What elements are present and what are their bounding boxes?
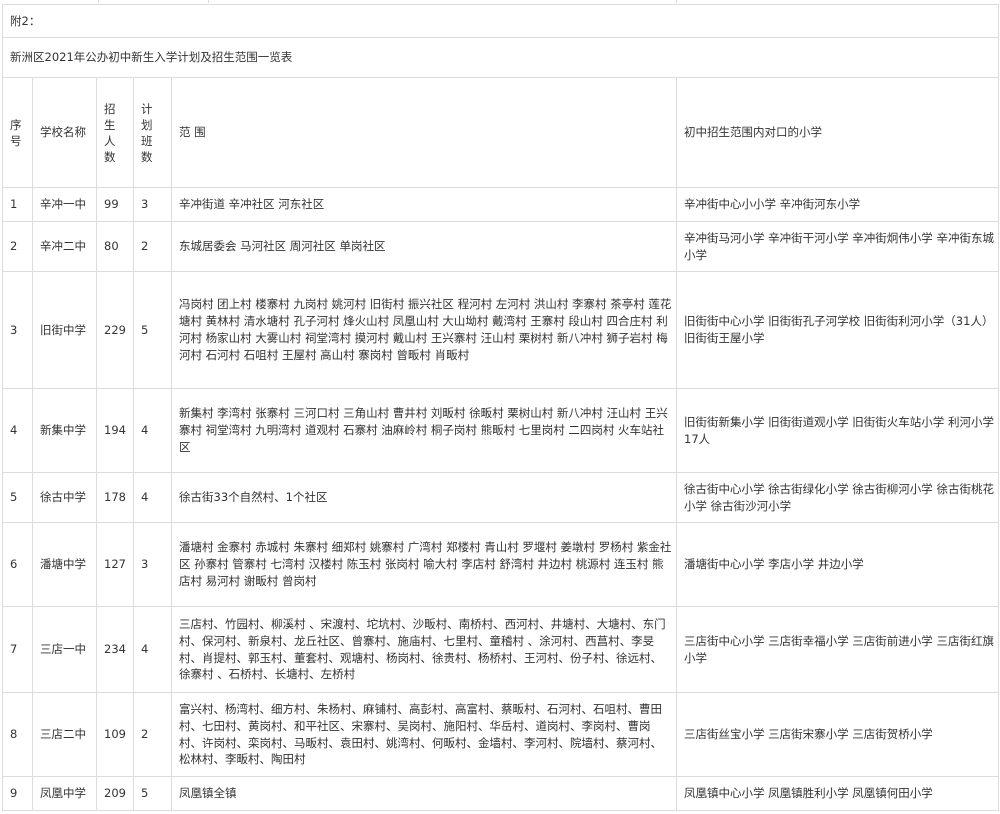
table-row: 1 辛冲一中 99 3 辛冲街道 辛冲社区 河东社区 辛冲街中心小小学 辛冲街河… [2, 187, 1000, 222]
enrollment-table: 附2： 新洲区2021年公办初中新生入学计划及招生范围一览表 序号 学校名称 招… [1, 4, 1000, 811]
table-row: 7 三店一中 234 4 三店村、竹园村、柳溪村 、宋渡村、坨坑村、沙畈村、南桥… [2, 606, 1000, 693]
enroll-cell: 209 [96, 776, 134, 811]
classes-cell: 3 [133, 522, 172, 607]
school-cell: 三店一中 [32, 606, 97, 693]
header-primary: 初中招生范围内对口的小学 [675, 77, 1000, 188]
seq-cell: 6 [2, 522, 33, 607]
enroll-cell: 234 [96, 606, 134, 693]
school-cell: 徐古中学 [32, 472, 97, 523]
school-cell: 潘塘中学 [32, 522, 97, 607]
attachment-label: 附2： [1, 4, 1000, 38]
header-school: 学校名称 [32, 77, 97, 188]
seq-cell: 4 [2, 388, 33, 473]
header-range: 范 围 [171, 77, 677, 188]
school-cell: 三店二中 [32, 692, 97, 777]
primary-cell: 潘塘街中心小学 李店小学 井边小学 [675, 522, 1000, 607]
seq-cell: 3 [2, 271, 33, 389]
school-cell: 旧街中学 [32, 271, 97, 389]
table-title: 新洲区2021年公办初中新生入学计划及招生范围一览表 [1, 37, 1000, 78]
primary-cell: 徐古街中心小学 徐古街绿化小学 徐古街柳河小学 徐古街桃花小学 徐古街沙河小学 [675, 472, 1000, 523]
seq-cell: 7 [2, 606, 33, 693]
classes-cell: 4 [133, 472, 172, 523]
table-row: 8 三店二中 109 2 富兴村、杨湾村、细方村、朱杨村、麻铺村、高彭村、高富村… [2, 692, 1000, 777]
primary-cell: 辛冲街中心小小学 辛冲街河东小学 [675, 187, 1000, 222]
primary-cell: 凤凰镇中心小学 凤凰镇胜利小学 凤凰镇何田小学 [675, 776, 1000, 811]
attachment-row: 附2： [1, 4, 1000, 38]
enroll-cell: 178 [96, 472, 134, 523]
seq-cell: 2 [2, 221, 33, 272]
school-cell: 新集中学 [32, 388, 97, 473]
table-row: 6 潘塘中学 127 3 潘塘村 金寨村 赤城村 朱寨村 细郑村 姚寨村 广湾村… [2, 522, 1000, 607]
primary-cell: 旧街街新集小学 旧街街道观小学 旧街街火车站小学 利河小学17人 [675, 388, 1000, 473]
seq-cell: 9 [2, 776, 33, 811]
school-cell: 凤凰中学 [32, 776, 97, 811]
range-cell: 三店村、竹园村、柳溪村 、宋渡村、坨坑村、沙畈村、南桥村、西河村、井塘村、大塘村… [171, 606, 677, 693]
table-row: 3 旧街中学 229 5 冯岗村 团上村 楼寨村 九岗村 姚河村 旧街村 振兴社… [2, 271, 1000, 389]
seq-cell: 1 [2, 187, 33, 222]
range-cell: 潘塘村 金寨村 赤城村 朱寨村 细郑村 姚寨村 广湾村 郑楼村 青山村 罗堰村 … [171, 522, 677, 607]
classes-cell: 3 [133, 187, 172, 222]
range-cell: 富兴村、杨湾村、细方村、朱杨村、麻铺村、高彭村、高富村、蔡畈村、石河村、石咀村、… [171, 692, 677, 777]
enroll-cell: 109 [96, 692, 134, 777]
classes-cell: 2 [133, 692, 172, 777]
classes-cell: 4 [133, 388, 172, 473]
range-cell: 冯岗村 团上村 楼寨村 九岗村 姚河村 旧街村 振兴社区 程河村 左河村 洪山村… [171, 271, 677, 389]
school-cell: 辛冲一中 [32, 187, 97, 222]
range-cell: 东城居委会 马河社区 周河社区 单岗社区 [171, 221, 677, 272]
enroll-cell: 127 [96, 522, 134, 607]
seq-cell: 5 [2, 472, 33, 523]
enroll-cell: 99 [96, 187, 134, 222]
primary-cell: 辛冲街马河小学 辛冲街干河小学 辛冲街炯伟小学 辛冲街东城小学 [675, 221, 1000, 272]
enroll-cell: 80 [96, 221, 134, 272]
header-row: 序号 学校名称 招生人数 计划 班数 范 围 初中招生范围内对口的小学 [2, 77, 1000, 188]
range-cell: 凤凰镇全镇 [171, 776, 677, 811]
classes-cell: 2 [133, 221, 172, 272]
classes-cell: 5 [133, 776, 172, 811]
classes-cell: 4 [133, 606, 172, 693]
primary-cell: 三店街中心小学 三店街幸福小学 三店街前进小学 三店街红旗小学 [675, 606, 1000, 693]
primary-cell: 旧街街中心小学 旧街街孔子河学校 旧街街利河小学（31人）旧街街王屋小学 [675, 271, 1000, 389]
seq-cell: 8 [2, 692, 33, 777]
header-plan: 计划 班数 [133, 77, 172, 188]
previous-table-stub [0, 0, 1000, 3]
header-enroll: 招生人数 [96, 77, 134, 188]
header-seq: 序号 [2, 77, 33, 188]
table-row: 9 凤凰中学 209 5 凤凰镇全镇 凤凰镇中心小学 凤凰镇胜利小学 凤凰镇何田… [2, 776, 1000, 811]
range-cell: 辛冲街道 辛冲社区 河东社区 [171, 187, 677, 222]
table-row: 2 辛冲二中 80 2 东城居委会 马河社区 周河社区 单岗社区 辛冲街马河小学… [2, 221, 1000, 272]
enroll-cell: 194 [96, 388, 134, 473]
table-row: 5 徐古中学 178 4 徐古街33个自然村、1个社区 徐古街中心小学 徐古街绿… [2, 472, 1000, 523]
school-cell: 辛冲二中 [32, 221, 97, 272]
range-cell: 徐古街33个自然村、1个社区 [171, 472, 677, 523]
table-row: 4 新集中学 194 4 新集村 李湾村 张寨村 三河口村 三角山村 曹井村 刘… [2, 388, 1000, 473]
enroll-cell: 229 [96, 271, 134, 389]
title-row: 新洲区2021年公办初中新生入学计划及招生范围一览表 [1, 37, 1000, 78]
primary-cell: 三店街丝宝小学 三店街宋寨小学 三店街贺桥小学 [675, 692, 1000, 777]
classes-cell: 5 [133, 271, 172, 389]
range-cell: 新集村 李湾村 张寨村 三河口村 三角山村 曹井村 刘畈村 徐畈村 栗树山村 新… [171, 388, 677, 473]
